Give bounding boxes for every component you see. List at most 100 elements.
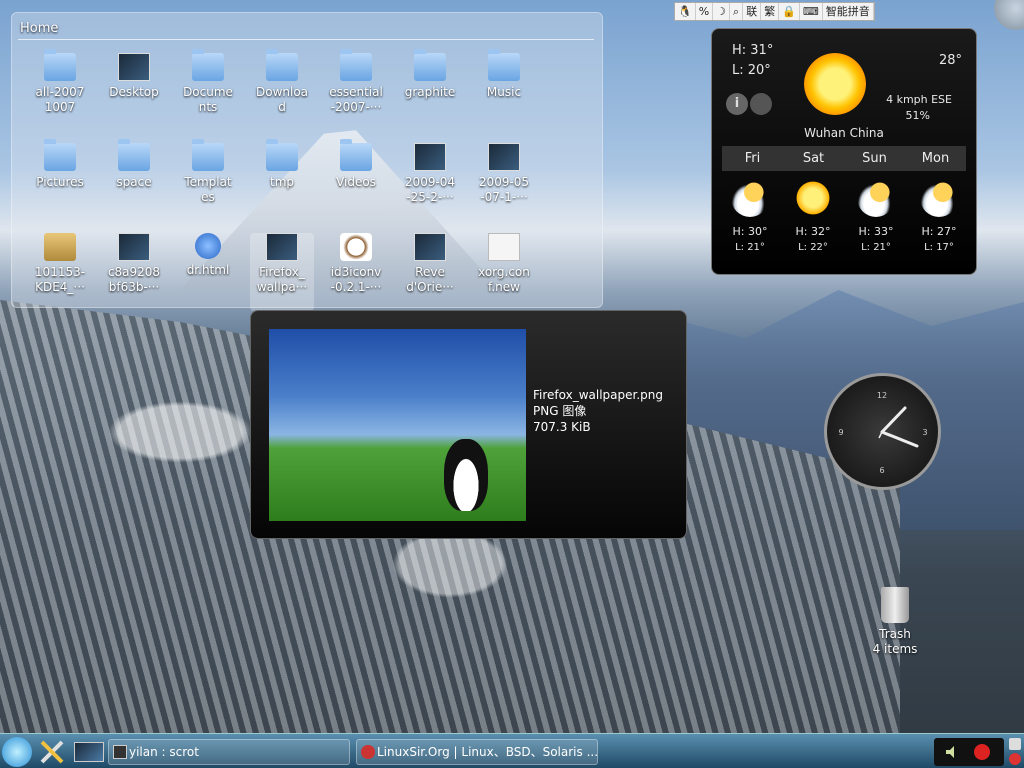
- file-label: Downloa d: [255, 85, 309, 114]
- desktop-file-item[interactable]: 101153- KDE4_···: [28, 233, 92, 311]
- folder-icon: [192, 49, 224, 81]
- task-label: LinuxSir.Org | Linux、BSD、Solaris ...: [377, 745, 598, 759]
- desktop-file-item[interactable]: c8a9208 bf63b-···: [102, 233, 166, 311]
- desktop-file-item[interactable]: graphite: [398, 49, 462, 131]
- folder-icon: [44, 49, 76, 81]
- lock-screen-icon[interactable]: [1009, 738, 1021, 750]
- desktop-file-item[interactable]: space: [102, 139, 166, 221]
- day-label: Mon: [921, 151, 950, 166]
- keyboard-icon[interactable]: ⌨: [800, 3, 823, 20]
- file-label: id3iconv -0.2.1-···: [330, 265, 382, 294]
- tools-icon[interactable]: [37, 737, 67, 767]
- logout-icon[interactable]: [1009, 753, 1021, 765]
- forecast-day: H: 33° L: 21°: [846, 179, 906, 253]
- sun-icon: [794, 179, 832, 217]
- trash-icon: [881, 587, 909, 623]
- text-file-icon: [488, 233, 520, 261]
- folder-view-title: Home: [20, 21, 59, 36]
- folder-icon: [414, 49, 446, 81]
- penguin-icon[interactable]: 🐧: [675, 3, 696, 20]
- desktop-file-item[interactable]: id3iconv -0.2.1-···: [324, 233, 388, 311]
- simplified-traditional-toggle[interactable]: 联: [743, 3, 762, 20]
- task-button[interactable]: LinuxSir.Org | Linux、BSD、Solaris ...: [356, 739, 598, 765]
- image-icon: [118, 233, 150, 261]
- desktop-file-item[interactable]: tmp: [250, 139, 314, 221]
- volume-icon[interactable]: [944, 744, 960, 760]
- file-label: 101153- KDE4_···: [34, 265, 86, 294]
- file-label: dr.html: [186, 263, 230, 277]
- desktop-file-item[interactable]: 2009-04 -25-2-···: [398, 143, 462, 221]
- percent-icon[interactable]: %: [696, 3, 714, 20]
- forecast-high: H: 27°: [921, 225, 957, 238]
- network-icon[interactable]: [974, 744, 990, 760]
- partly-cloudy-icon: [731, 179, 769, 217]
- input-method-label[interactable]: 智能拼音: [823, 3, 874, 20]
- desktop-file-item[interactable]: Music: [472, 49, 536, 131]
- desktop-toolbox-icon[interactable]: [994, 0, 1024, 30]
- file-label: Music: [486, 85, 522, 99]
- forecast-days: Fri Sat Sun Mon: [722, 146, 966, 171]
- desktop-file-item[interactable]: Reve d'Orie···: [398, 233, 462, 311]
- file-label: Templat es: [184, 175, 232, 204]
- application-launcher-icon[interactable]: [2, 737, 32, 767]
- forecast-day: H: 30° L: 21°: [720, 179, 780, 253]
- folder-icon: [488, 49, 520, 81]
- clock-number: 3: [922, 428, 927, 437]
- trash-label: Trash: [879, 627, 911, 641]
- title-divider: [18, 39, 594, 40]
- desktop-file-item[interactable]: Docume nts: [176, 49, 240, 131]
- forecast-low: L: 22°: [798, 242, 828, 253]
- image-icon: [414, 233, 446, 261]
- lock-icon[interactable]: 🔒: [779, 3, 800, 20]
- desktop-file-item[interactable]: Templat es: [176, 139, 240, 221]
- screenshot-icon: [488, 143, 520, 171]
- browser-icon: [361, 745, 375, 759]
- file-label: Pictures: [36, 175, 84, 189]
- trash-icon-widget[interactable]: Trash 4 items: [862, 587, 928, 657]
- task-button[interactable]: yilan : scrot: [108, 739, 350, 765]
- folder-icon: [340, 139, 372, 171]
- desktop-file-item[interactable]: Desktop: [102, 53, 166, 131]
- folder-view-widget: Home all-2007 1007 Desktop Docume nts Downl…: [11, 12, 603, 311]
- today-high: H: 31°: [732, 43, 774, 58]
- search-icon[interactable]: ⌕: [730, 3, 744, 20]
- folder-icon: [266, 139, 298, 171]
- sun-icon: [804, 53, 866, 115]
- package-icon: [44, 233, 76, 261]
- file-label: space: [116, 175, 152, 189]
- analog-clock-widget: 12 3 6 9: [824, 373, 941, 490]
- moon-icon[interactable]: ☽: [713, 3, 731, 20]
- clock-number: 9: [838, 428, 843, 437]
- day-label: Sun: [862, 151, 887, 166]
- hour-hand: [880, 430, 919, 448]
- desktop-file-item[interactable]: essential -2007-···: [324, 49, 388, 131]
- desktop-file-item[interactable]: all-2007 1007: [28, 49, 92, 131]
- desktop-file-item[interactable]: 2009-05 -07-1-···: [472, 143, 536, 221]
- desktop-file-item[interactable]: Pictures: [28, 139, 92, 221]
- file-label: 2009-04 -25-2-···: [404, 175, 456, 204]
- day-label: Sat: [802, 151, 825, 166]
- city-name: Wuhan China: [804, 126, 884, 140]
- preview-info: Firefox_wallpaper.png PNG 图像 707.3 KiB: [533, 387, 663, 435]
- desktop-file-item[interactable]: Videos: [324, 139, 388, 221]
- preview-filesize: 707.3 KiB: [533, 420, 591, 434]
- partly-cloudy-icon: [920, 179, 958, 217]
- screenshot-icon: [414, 143, 446, 171]
- desktop-file-item[interactable]: Firefox_ wallpa···: [250, 233, 314, 311]
- forecast-high: H: 33°: [858, 225, 894, 238]
- forecast-high: H: 30°: [732, 225, 768, 238]
- file-label: Firefox_ wallpa···: [256, 265, 308, 294]
- forecast-day: H: 32° L: 22°: [783, 179, 843, 253]
- preview-thumbnail: [269, 329, 526, 521]
- image-icon: [266, 233, 298, 261]
- file-label: all-2007 1007: [35, 85, 85, 114]
- preview-filename: Firefox_wallpaper.png: [533, 388, 664, 402]
- desktop-file-item[interactable]: Downloa d: [250, 49, 314, 131]
- desktop-file-item[interactable]: xorg.con f.new: [472, 233, 536, 311]
- show-desktop-icon[interactable]: [74, 742, 104, 762]
- globe-icon[interactable]: [750, 93, 772, 115]
- desktop-file-item[interactable]: dr.html: [176, 233, 240, 311]
- info-icon[interactable]: i: [726, 93, 748, 115]
- traditional-toggle[interactable]: 繁: [761, 3, 780, 20]
- folder-icon: [44, 139, 76, 171]
